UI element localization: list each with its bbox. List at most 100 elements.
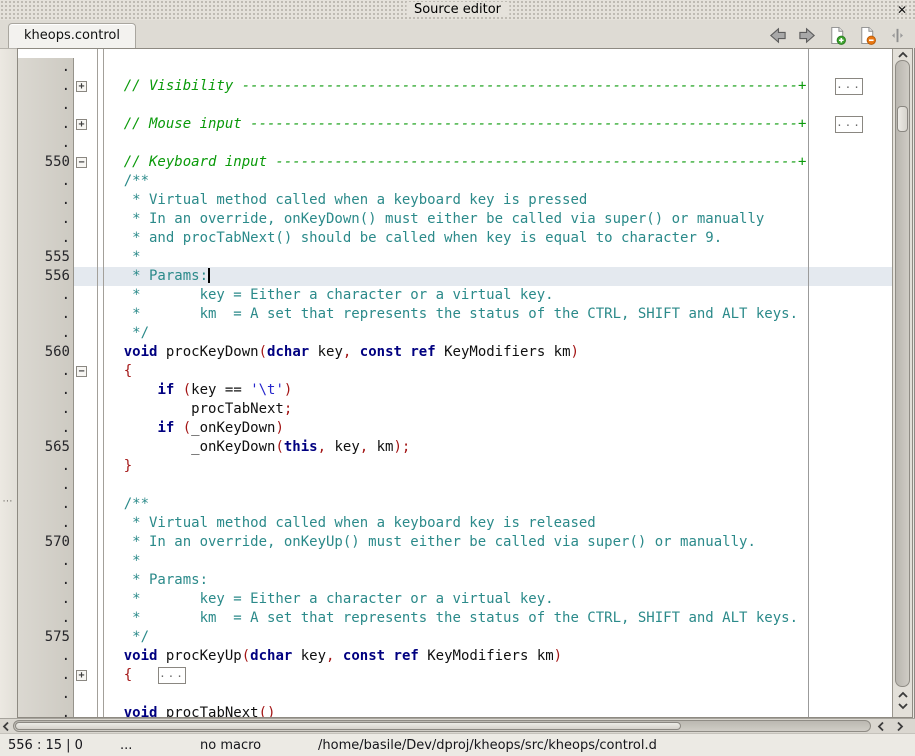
fold-gutter: + xyxy=(74,115,90,134)
fold-gutter xyxy=(74,267,90,286)
navigate-forward-icon[interactable] xyxy=(798,26,817,45)
code-line[interactable]: . */ xyxy=(18,324,892,343)
new-document-icon[interactable] xyxy=(828,26,847,45)
code-line[interactable]: .+ // Mouse input ----------------------… xyxy=(18,115,892,134)
code-rows: ..+ // Visibility ----------------------… xyxy=(18,49,892,717)
code-line[interactable]: . * key = Either a character or a virtua… xyxy=(18,590,892,609)
fold-gutter xyxy=(74,514,90,533)
line-number: . xyxy=(18,381,74,400)
fold-collapse-icon[interactable]: − xyxy=(76,366,87,377)
code-line[interactable]: . procTabNext; xyxy=(18,400,892,419)
line-number: 555 xyxy=(18,248,74,267)
code-line[interactable]: . xyxy=(18,58,892,77)
code-line[interactable]: 570 * In an override, onKeyUp() must eit… xyxy=(18,533,892,552)
code-line[interactable]: . * Virtual method called when a keyboar… xyxy=(18,191,892,210)
scroll-right-icon[interactable] xyxy=(894,721,906,732)
tab-kheops-control[interactable]: kheops.control xyxy=(8,23,136,48)
code-line[interactable]: 565 _onKeyDown(this, key, km); xyxy=(18,438,892,457)
fold-collapse-icon[interactable]: − xyxy=(76,157,87,168)
scroll-up-icon[interactable] xyxy=(897,690,909,700)
splitter-grip-icon[interactable]: ⋯ xyxy=(1,496,15,507)
line-number: . xyxy=(18,286,74,305)
fold-gutter xyxy=(74,400,90,419)
fold-expand-icon[interactable]: + xyxy=(76,119,87,130)
fold-gutter xyxy=(74,210,90,229)
code-text: {... xyxy=(90,666,892,685)
horizontal-scroll-thumb[interactable] xyxy=(15,722,681,730)
code-line[interactable]: . * Params: xyxy=(18,571,892,590)
code-line[interactable]: . void procTabNext() xyxy=(18,704,892,717)
code-text: * key = Either a character or a virtual … xyxy=(90,590,892,609)
code-line[interactable]: . /** xyxy=(18,495,892,514)
line-number: . xyxy=(18,666,74,685)
code-line[interactable]: . * km = A set that represents the statu… xyxy=(18,305,892,324)
code-line[interactable]: . if (key == '\t') xyxy=(18,381,892,400)
code-text: * Virtual method called when a keyboard … xyxy=(90,514,892,533)
code-line[interactable]: . * In an override, onKeyDown() must eit… xyxy=(18,210,892,229)
navigate-back-icon[interactable] xyxy=(768,26,787,45)
code-line[interactable]: . void procKeyUp(dchar key, const ref Ke… xyxy=(18,647,892,666)
code-line[interactable]: 556 * Params: xyxy=(18,267,892,286)
fold-gutter xyxy=(74,343,90,362)
code-line[interactable]: . * Virtual method called when a keyboar… xyxy=(18,514,892,533)
code-line[interactable]: .+ {... xyxy=(18,666,892,685)
line-number: 575 xyxy=(18,628,74,647)
code-text: * In an override, onKeyDown() must eithe… xyxy=(90,210,892,229)
scroll-left-icon[interactable] xyxy=(1,721,13,732)
fold-gutter xyxy=(74,533,90,552)
code-line[interactable]: 560 void procKeyDown(dchar key, const re… xyxy=(18,343,892,362)
fold-gutter: − xyxy=(74,153,90,172)
code-line[interactable]: . xyxy=(18,96,892,115)
horizontal-scroll-track[interactable] xyxy=(13,720,871,732)
fold-gutter: + xyxy=(74,77,90,96)
fold-expand-icon[interactable]: + xyxy=(76,670,87,681)
line-number: . xyxy=(18,552,74,571)
code-line[interactable]: . if (_onKeyDown) xyxy=(18,419,892,438)
folded-code-box[interactable]: ... xyxy=(158,667,186,684)
code-line[interactable]: . * key = Either a character or a virtua… xyxy=(18,286,892,305)
code-text: } xyxy=(90,457,892,476)
fold-gutter xyxy=(74,96,90,115)
code-line[interactable]: . /** xyxy=(18,172,892,191)
close-icon[interactable]: ✕ xyxy=(894,2,910,18)
code-line[interactable]: .+ // Visibility -----------------------… xyxy=(18,77,892,96)
folded-code-box[interactable]: ... xyxy=(835,78,863,95)
dock-title-bar[interactable]: Source editor ✕ xyxy=(0,0,915,20)
code-line[interactable]: 550− // Keyboard input -----------------… xyxy=(18,153,892,172)
scroll-left-icon[interactable] xyxy=(876,721,888,732)
code-line[interactable]: .− { xyxy=(18,362,892,381)
close-document-icon[interactable] xyxy=(858,26,877,45)
code-text: if (key == '\t') xyxy=(90,381,892,400)
vertical-scroll-track[interactable] xyxy=(895,60,910,687)
line-number: . xyxy=(18,134,74,153)
scroll-down-icon[interactable] xyxy=(897,701,909,711)
fold-expand-icon[interactable]: + xyxy=(76,81,87,92)
code-line[interactable]: . * and procTabNext() should be called w… xyxy=(18,229,892,248)
side-splitter[interactable]: ⋯ xyxy=(0,48,17,718)
fold-gutter xyxy=(74,571,90,590)
code-editor[interactable]: ..+ // Visibility ----------------------… xyxy=(17,48,913,718)
macro-status: no macro xyxy=(200,738,261,753)
code-line[interactable]: 575 */ xyxy=(18,628,892,647)
vertical-scrollbar[interactable] xyxy=(892,49,912,717)
code-line[interactable]: . xyxy=(18,476,892,495)
scroll-up-icon[interactable] xyxy=(897,50,909,60)
code-text: * km = A set that represents the status … xyxy=(90,305,892,324)
code-line[interactable]: . } xyxy=(18,457,892,476)
toggle-split-icon[interactable] xyxy=(888,26,907,45)
code-line[interactable]: . xyxy=(18,685,892,704)
code-line[interactable]: . xyxy=(18,134,892,153)
fold-gutter xyxy=(74,457,90,476)
code-line[interactable]: 555 * xyxy=(18,248,892,267)
line-number: . xyxy=(18,476,74,495)
code-line[interactable]: . * xyxy=(18,552,892,571)
fold-gutter xyxy=(74,609,90,628)
editor-toolbar xyxy=(768,24,907,46)
vertical-scroll-thumb[interactable] xyxy=(897,106,908,132)
folded-code-box[interactable]: ... xyxy=(835,116,863,133)
code-line[interactable]: . * km = A set that represents the statu… xyxy=(18,609,892,628)
code-text: * In an override, onKeyUp() must either … xyxy=(90,533,892,552)
fold-gutter: − xyxy=(74,362,90,381)
horizontal-scrollbar[interactable] xyxy=(0,718,915,733)
tab-label: kheops.control xyxy=(24,28,120,43)
